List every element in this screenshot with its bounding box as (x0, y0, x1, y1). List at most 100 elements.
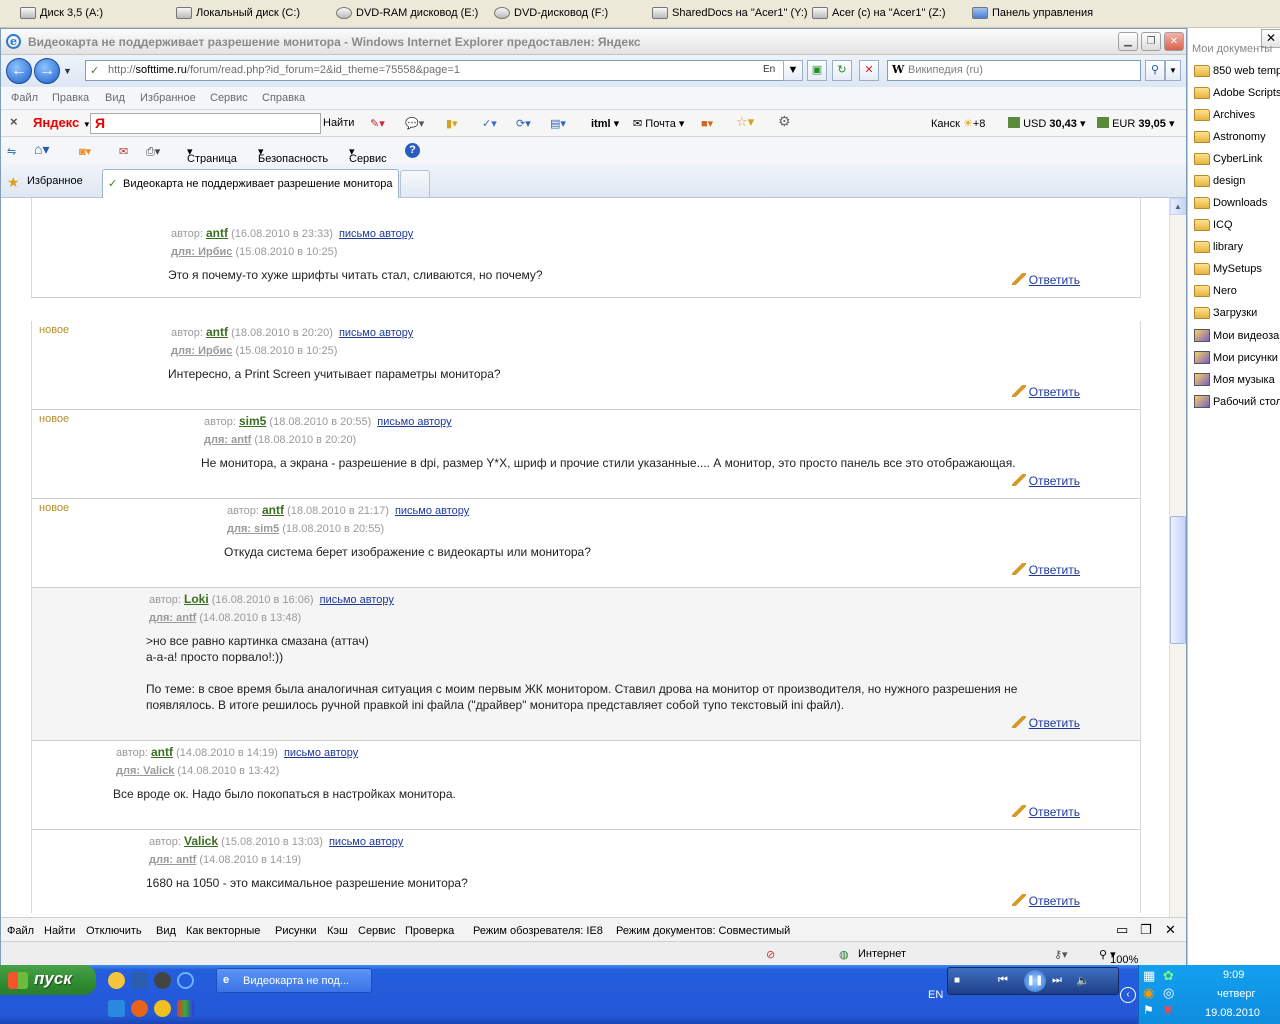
tray-flag-icon[interactable]: ⚑ (1143, 1003, 1154, 1017)
usd-widget[interactable]: USD 30,43 ▾ (1008, 117, 1085, 130)
spellcheck-icon[interactable]: ✓▾ (482, 117, 497, 130)
folder-item[interactable]: MySetups (1194, 263, 1262, 275)
mail-author-link[interactable]: письмо автору (339, 228, 413, 240)
dev-menu-disable[interactable]: Отключить (86, 925, 142, 937)
yandex-search-input[interactable]: Я (90, 113, 321, 134)
folder-item[interactable]: Загрузки (1194, 307, 1257, 319)
stop-icon[interactable]: ✕ (859, 60, 879, 81)
folder-item[interactable]: Downloads (1194, 197, 1267, 209)
search-icon[interactable]: ⚲ (1145, 60, 1165, 81)
network-icon[interactable]: ▦ (1143, 968, 1155, 984)
history-dropdown-icon[interactable]: ▼ (63, 66, 72, 76)
ie-quicklaunch-icon[interactable] (177, 972, 194, 989)
dev-menu-images[interactable]: Рисунки (275, 925, 317, 937)
mail-author-link[interactable]: письмо автору (395, 505, 469, 517)
drive-z-button[interactable]: Acer (c) на "Acer1" (Z:) (812, 7, 946, 19)
scroll-thumb[interactable] (1170, 516, 1186, 644)
home-icon[interactable]: ⌂▾ (34, 141, 49, 158)
folder-item[interactable]: Мои видеоза (1194, 329, 1279, 342)
dev-menu-view[interactable]: Вид (156, 925, 176, 937)
folder-item[interactable]: ICQ (1194, 219, 1233, 231)
dev-menu-find[interactable]: Найти (44, 925, 75, 937)
refresh-icon[interactable]: ↻ (832, 60, 852, 81)
zoom-control[interactable]: ⚲ 100% ▾ (1099, 948, 1138, 966)
close-button[interactable]: ✕ (1164, 32, 1184, 51)
tab-active[interactable]: ✓ Видеокарта не поддерживает разрешение … (102, 169, 399, 198)
maximize-button[interactable]: ❐ (1141, 32, 1161, 51)
firefox-icon[interactable] (131, 1000, 148, 1017)
drive-e-button[interactable]: DVD-RAM дисковод (E:) (336, 7, 478, 19)
menu-file[interactable]: Файл (11, 92, 38, 104)
author-link[interactable]: antf (206, 325, 228, 339)
app-icon[interactable] (177, 1000, 194, 1017)
dev-close-icon[interactable]: ✕ (1165, 922, 1176, 938)
forward-button[interactable]: → (34, 58, 60, 84)
yandex-find-button[interactable]: Найти (323, 117, 354, 129)
save-icon[interactable] (131, 972, 148, 989)
author-link[interactable]: sim5 (239, 414, 266, 428)
tray-safely-remove-icon[interactable]: ✖ (1163, 1003, 1173, 1017)
tray-app-icon[interactable]: ✿ (1163, 968, 1174, 984)
app-icon[interactable] (154, 1000, 171, 1017)
clock-time[interactable]: 9:09 (1223, 969, 1244, 981)
dev-menu-tools[interactable]: Сервис (358, 925, 396, 937)
mail-author-link[interactable]: письмо автору (339, 327, 413, 339)
scroll-up-icon[interactable]: ▲ (1170, 198, 1186, 215)
new-tab-button[interactable] (400, 170, 430, 197)
bookmarks-icon[interactable]: ▤▾ (550, 117, 566, 130)
folder-item[interactable]: design (1194, 175, 1245, 187)
reply-to-user[interactable]: antf (176, 612, 196, 624)
reply-to-user[interactable]: Ирбис (198, 345, 232, 357)
close-toolbar-icon[interactable]: × (10, 114, 18, 129)
star-icon[interactable]: ☆▾ (736, 114, 754, 130)
browser-mode-menu[interactable]: Режим обозревателя: IE8 (473, 925, 603, 937)
box-icon[interactable]: ■▾ (701, 117, 713, 130)
control-panel-button[interactable]: Панель управления (972, 7, 1093, 19)
mail-author-link[interactable]: письмо автору (329, 836, 403, 848)
mail-author-link[interactable]: письмо автору (377, 416, 451, 428)
translate-icon[interactable]: ⟳▾ (516, 117, 531, 130)
dev-minimize-icon[interactable]: ▭ (1116, 922, 1128, 938)
menu-edit[interactable]: Правка (52, 92, 89, 104)
author-link[interactable]: antf (151, 745, 173, 759)
reply-to-user[interactable]: antf (231, 434, 251, 446)
reply-link[interactable]: Ответить (1011, 563, 1080, 577)
back-button[interactable]: ← (6, 58, 32, 84)
url-dropdown-icon[interactable]: ▼ (783, 60, 803, 81)
language-indicator[interactable]: EN (928, 989, 943, 1001)
drive-f-button[interactable]: DVD-дисковод (F:) (494, 7, 608, 19)
mail-button[interactable]: ✉ Почта ▾ (633, 117, 684, 130)
vertical-scrollbar[interactable]: ▲ ▼ (1169, 198, 1186, 941)
author-link[interactable]: antf (262, 503, 284, 517)
favorites-button[interactable]: Избранное (27, 175, 83, 187)
mail-author-link[interactable]: письмо автору (284, 747, 358, 759)
gear-icon[interactable]: ⚙ (778, 113, 791, 130)
search-options-icon[interactable]: ▼ (1165, 60, 1181, 81)
security-menu[interactable]: Безопасность ▾ (258, 145, 328, 165)
taskbar-ie-window[interactable]: e Видеокарта не под... (216, 968, 372, 993)
eur-widget[interactable]: EUR 39,05 ▾ (1097, 117, 1174, 130)
mail-author-link[interactable]: письмо автору (320, 594, 394, 606)
reply-link[interactable]: Ответить (1011, 385, 1080, 399)
dev-menu-validate[interactable]: Проверка (405, 925, 454, 937)
popup-blocker-icon[interactable]: ⊘ (766, 948, 775, 961)
reply-to-user[interactable]: Ирбис (198, 246, 232, 258)
folder-item[interactable]: Archives (1194, 109, 1255, 121)
url-input[interactable]: ✓ http://softtime.ru/forum/read.php?id_fo… (85, 60, 801, 81)
folder-item[interactable]: library (1194, 241, 1243, 253)
author-link[interactable]: Loki (184, 592, 209, 606)
folder-item[interactable]: Мои рисунки (1194, 351, 1278, 364)
folder-item[interactable]: Nero (1194, 285, 1237, 297)
drive-a-button[interactable]: Диск 3,5 (A:) (20, 7, 103, 19)
menu-view[interactable]: Вид (105, 92, 125, 104)
messenger-icon[interactable] (108, 972, 125, 989)
read-mail-icon[interactable]: ✉ (119, 145, 128, 158)
dev-menu-cache[interactable]: Кэш (327, 925, 348, 937)
tray-expand-icon[interactable]: ‹ (1120, 987, 1136, 1003)
connections-icon[interactable]: ⇋ (7, 145, 16, 158)
drive-y-button[interactable]: SharedDocs на "Acer1" (Y:) (652, 7, 808, 19)
reply-link[interactable]: Ответить (1011, 805, 1080, 819)
reply-to-user[interactable]: antf (176, 854, 196, 866)
folder-item[interactable]: 850 web temp (1194, 65, 1280, 77)
chat-icon[interactable]: 💬▾ (405, 117, 424, 130)
